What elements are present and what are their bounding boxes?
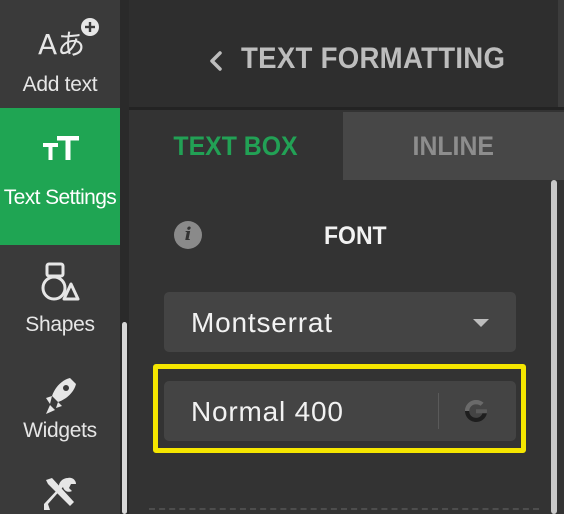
caret-down-icon: [473, 319, 489, 327]
sidebar-item-add-text[interactable]: Aあ Add text: [0, 0, 120, 106]
google-icon[interactable]: [460, 395, 492, 427]
font-weight-select[interactable]: Normal 400: [164, 381, 516, 441]
tool-sidebar: Aあ Add text Text Settings Shapes Widgets: [0, 0, 120, 514]
font-family-value: Montserrat: [191, 307, 333, 338]
sidebar-item-label: Widgets: [23, 419, 97, 442]
sidebar-item-tools[interactable]: [0, 470, 120, 514]
panel-scrollbar-thumb[interactable]: [551, 180, 557, 514]
back-chevron-icon[interactable]: [209, 50, 223, 72]
section-divider: [149, 508, 539, 510]
sidebar-item-label: Shapes: [25, 313, 95, 336]
tab-label: TEXT BOX: [173, 131, 299, 161]
tab-inline[interactable]: INLINE: [343, 112, 564, 180]
sidebar-item-text-settings[interactable]: Text Settings: [0, 108, 120, 245]
info-icon[interactable]: i: [174, 221, 202, 249]
app-root: Aあ Add text Text Settings Shapes Widgets…: [0, 0, 564, 514]
tab-label: INLINE: [412, 131, 495, 161]
rocket-icon: [46, 378, 76, 414]
tab-bar: TEXT BOX INLINE: [129, 112, 564, 180]
tab-text-box[interactable]: TEXT BOX: [129, 112, 343, 180]
font-section-label: FONT: [324, 222, 387, 250]
sidebar-item-label: Text Settings: [3, 186, 117, 209]
add-text-icon: Aあ: [38, 18, 99, 61]
svg-text:Aあ: Aあ: [38, 28, 85, 61]
header-divider: [558, 0, 564, 107]
panel-header: TEXT FORMATTING: [129, 0, 564, 110]
text-formatting-panel: TEXT FORMATTING TEXT BOX INLINE i FONT M…: [129, 0, 564, 514]
shapes-icon: [41, 262, 80, 301]
text-settings-icon: [43, 136, 79, 160]
panel-title: TEXT FORMATTING: [241, 42, 506, 75]
sidebar-item-widgets[interactable]: Widgets: [0, 370, 120, 470]
tools-icon: [44, 477, 76, 510]
sidebar-item-label: Add text: [22, 73, 98, 96]
font-weight-value: Normal 400: [191, 396, 344, 427]
field-divider: [438, 393, 439, 429]
sidebar-scrollbar-thumb[interactable]: [122, 322, 127, 514]
font-family-select[interactable]: Montserrat: [164, 292, 516, 352]
sidebar-item-shapes[interactable]: Shapes: [0, 252, 120, 352]
